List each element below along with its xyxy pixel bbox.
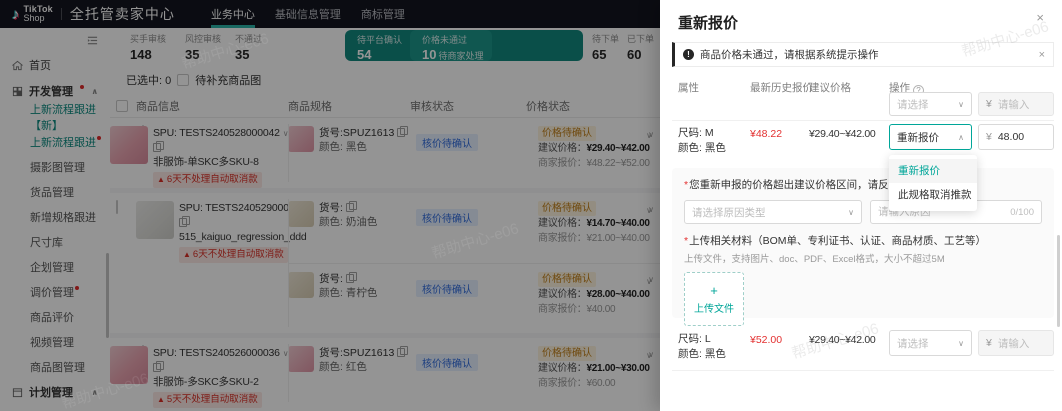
close-icon[interactable]: × — [1036, 10, 1044, 25]
menu-option-cancel-spec[interactable]: 此规格取消推款 — [889, 183, 977, 207]
price-input-row-m[interactable]: ¥ — [978, 124, 1054, 150]
input-placeholder: 请输入 — [997, 98, 1030, 111]
col-header-history-price: 最新历史报价 — [750, 82, 813, 94]
currency-symbol: ¥ — [986, 337, 992, 349]
sku-color: 颜色: 黑色 — [678, 142, 726, 154]
alert-close-icon[interactable]: × — [1039, 49, 1045, 61]
select-placeholder: 请选择 — [897, 337, 929, 350]
col-header-suggest-price: 建议价格 — [809, 82, 851, 94]
suggest-price: ¥29.40~¥42.00 — [809, 128, 876, 140]
chevron-down-icon: ∨ — [848, 207, 854, 217]
upload-materials-label: *上传相关材料（BOM单、专利证书、认证、商品材质、工艺等） — [684, 235, 987, 247]
price-input-row-l: ¥ 请输入 — [978, 330, 1054, 356]
input-placeholder: 请输入 — [997, 337, 1030, 350]
info-icon: ! — [683, 49, 694, 60]
action-select-row-m[interactable]: 重新报价 ∧ — [889, 124, 972, 150]
select-value: 重新报价 — [897, 131, 939, 144]
col-header-attribute: 属性 — [678, 82, 699, 94]
suggest-price: ¥29.40~¥42.00 — [809, 334, 876, 346]
chevron-up-icon: ∧ — [958, 132, 964, 142]
alert-message: 商品价格未通过，请根据系统提示操作 — [700, 49, 879, 61]
char-counter: 0/100 — [1010, 206, 1034, 218]
sku-attribute: 尺码: L 颜色: 黑色 — [678, 332, 726, 362]
sku-size: 尺码: M — [678, 127, 714, 139]
reason-hint: *您重新申报的价格超出建议价格区间，请反馈您的商品优势 — [684, 179, 963, 191]
action-dropdown-menu: 重新报价 此规格取消推款 — [889, 155, 977, 211]
menu-option-requote[interactable]: 重新报价 — [889, 159, 977, 183]
price-input-field[interactable] — [997, 131, 1046, 143]
sku-size: 尺码: L — [678, 333, 711, 345]
reason-section: *您重新申报的价格超出建议价格区间，请反馈您的商品优势 请选择原因类型 ∨ 0/… — [672, 168, 1054, 326]
sku-color: 颜色: 黑色 — [678, 348, 726, 360]
batch-price-input: ¥ 请输入 — [978, 92, 1054, 116]
upload-button-label: 上传文件 — [694, 303, 734, 315]
select-placeholder: 请选择 — [897, 98, 929, 111]
currency-symbol: ¥ — [986, 98, 992, 110]
required-mark: * — [684, 179, 689, 191]
divider — [672, 120, 1054, 121]
drawer-title: 重新报价 — [678, 15, 739, 32]
history-price: ¥52.00 — [750, 334, 783, 346]
app-screen: ♪ TikTok Shop 全托管卖家中心 业务中心 基础信息管理 商标管理 首… — [0, 0, 1062, 411]
price-rejected-alert: ! 商品价格未通过，请根据系统提示操作 × — [672, 42, 1054, 67]
upload-file-button[interactable]: + 上传文件 — [684, 272, 744, 326]
plus-icon: + — [710, 282, 718, 298]
drawer-scrollbar[interactable] — [1057, 235, 1060, 327]
sku-attribute: 尺码: M 颜色: 黑色 — [678, 126, 726, 156]
reason-type-select[interactable]: 请选择原因类型 ∨ — [684, 200, 862, 224]
select-placeholder: 请选择原因类型 — [692, 206, 766, 219]
batch-action-select[interactable]: 请选择 ∨ — [889, 92, 972, 116]
chevron-down-icon: ∨ — [958, 338, 964, 348]
currency-symbol: ¥ — [986, 131, 992, 143]
required-mark: * — [684, 235, 689, 247]
requote-drawer: 重新报价 × ! 商品价格未通过，请根据系统提示操作 × 属性 最新历史报价 建… — [660, 0, 1062, 411]
upload-hint: 上传文件，支持图片、doc、PDF、Excel格式，大小不超过5M — [684, 254, 945, 265]
chevron-down-icon: ∨ — [958, 99, 964, 109]
divider — [672, 370, 1054, 371]
action-select-row-l[interactable]: 请选择 ∨ — [889, 330, 972, 356]
history-price: ¥48.22 — [750, 128, 783, 140]
